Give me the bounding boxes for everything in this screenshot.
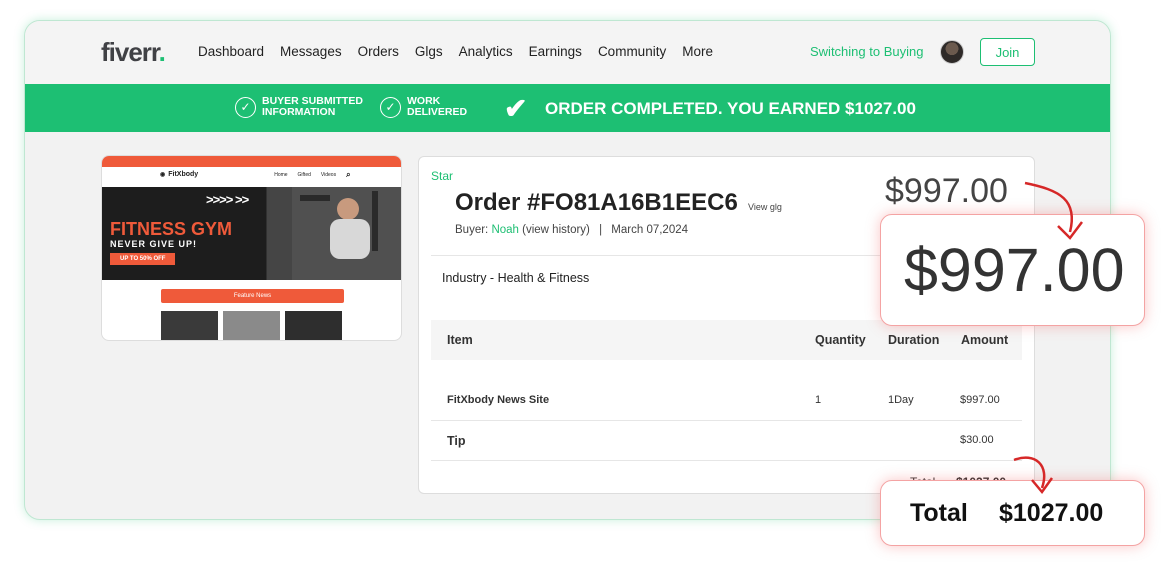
separator: | <box>599 224 603 236</box>
thumbnail-news-image <box>223 311 280 340</box>
price-callout-value: $997.00 <box>904 236 1125 304</box>
thumbnail-menu-item: Home <box>274 171 288 178</box>
gig-thumbnail[interactable]: ◉ FitXbody Home Gifted Videos ⌕ >>>> >> … <box>101 155 402 341</box>
order-price: $997.00 <box>885 172 1008 210</box>
thumbnail-logo-icon: ◉ <box>160 172 166 178</box>
checkmark-icon: ✔ <box>504 93 528 124</box>
feature-news-button: Feature News <box>161 289 344 303</box>
step-label: BUYER SUBMITTED INFORMATION <box>262 96 363 118</box>
step-work-delivered: ✓ WORK DELIVERED <box>380 96 467 118</box>
divider <box>431 460 1022 461</box>
row-quantity: 1 <box>815 394 822 406</box>
thumbnail-news-image <box>285 311 342 340</box>
order-title: Order #FO81A16B1EEC6 <box>455 189 738 216</box>
fiverr-logo[interactable]: fiverr. <box>101 37 166 68</box>
step-label: WORK DELIVERED <box>407 96 467 118</box>
step-buyer-submitted: ✓ BUYER SUBMITTED INFORMATION <box>235 96 363 118</box>
seller-level: Star <box>431 169 454 183</box>
step-label-line: INFORMATION <box>262 106 336 118</box>
logo-text: fiverr <box>101 37 160 67</box>
column-header-amount: Amount <box>961 333 1009 347</box>
thumbnail-nav: ◉ FitXbody Home Gifted Videos ⌕ <box>102 167 401 182</box>
total-callout: Total $1027.00 <box>880 480 1145 546</box>
logo-dot: . <box>158 37 166 67</box>
order-completed-text: ORDER COMPLETED. YOU EARNED $1027.00 <box>545 99 916 118</box>
order-date: March 07,2024 <box>611 224 689 236</box>
total-callout-label: Total <box>910 499 968 527</box>
row-amount: $997.00 <box>960 394 1000 406</box>
thumbnail-menu-item: Videos <box>320 171 337 178</box>
row-item-name: FitXbody News Site <box>447 394 550 406</box>
column-header-duration: Duration <box>888 333 940 347</box>
thumbnail-hero-button: UP TO 50% OFF <box>110 253 176 265</box>
nav-earnings[interactable]: Earnings <box>529 44 582 59</box>
top-navbar: fiverr. Dashboard Messages Orders Glgs A… <box>25 21 1110 84</box>
nav-messages[interactable]: Messages <box>280 44 342 59</box>
nav-orders[interactable]: Orders <box>358 44 399 59</box>
avatar[interactable] <box>940 40 964 64</box>
industry-label: Industry - Health & Fitness <box>442 271 590 285</box>
buyer-label: Buyer: <box>455 224 489 236</box>
thumbnail-hero-subtitle: NEVER GIVE UP! <box>110 239 198 249</box>
step-label-line: DELIVERED <box>407 106 468 118</box>
check-circle-icon: ✓ <box>380 96 401 118</box>
view-history-link[interactable]: (view history) <box>522 224 590 236</box>
nav-analytics[interactable]: Analytics <box>459 44 513 59</box>
thumbnail-news-image <box>161 311 218 340</box>
row-tip-label: Tip <box>447 434 466 448</box>
check-circle-icon: ✓ <box>235 96 256 118</box>
switch-to-buying-link[interactable]: Switching to Buying <box>810 44 923 59</box>
total-callout-value: $1027.00 <box>999 499 1104 527</box>
thumbnail-menu-item: Gifted <box>297 171 311 178</box>
view-gig-link[interactable]: View glg <box>748 202 782 212</box>
search-icon: ⌕ <box>346 169 351 179</box>
column-header-item: Item <box>447 333 473 347</box>
athlete-image <box>292 187 401 280</box>
divider <box>431 420 1022 421</box>
nav-links: Dashboard Messages Orders Glgs Analytics… <box>198 44 729 59</box>
nav-gigs[interactable]: Glgs <box>415 44 443 59</box>
thumbnail-brand: FitXbody <box>168 171 199 178</box>
thumbnail-topbar <box>102 156 401 167</box>
row-duration: 1Day <box>888 394 914 406</box>
nav-more[interactable]: More <box>682 44 713 59</box>
row-tip-amount: $30.00 <box>960 434 994 446</box>
join-button[interactable]: Join <box>980 38 1035 66</box>
column-header-quantity: Quantity <box>815 333 866 347</box>
thumbnail-hero-title: FITNESS GYM <box>110 219 233 239</box>
nav-community[interactable]: Community <box>598 44 666 59</box>
price-callout: $997.00 <box>880 214 1145 326</box>
buyer-info: Buyer: Noah (view history) | March 07,20… <box>455 224 688 236</box>
nav-dashboard[interactable]: Dashboard <box>198 44 264 59</box>
chevrons-decoration: >>>> >> <box>206 192 249 207</box>
thumbnail-hero: >>>> >> FITNESS GYM NEVER GIVE UP! UP TO… <box>102 187 401 280</box>
order-status-banner: ✓ BUYER SUBMITTED INFORMATION ✓ WORK DEL… <box>25 84 1110 132</box>
buyer-name-link[interactable]: Noah <box>491 224 519 236</box>
